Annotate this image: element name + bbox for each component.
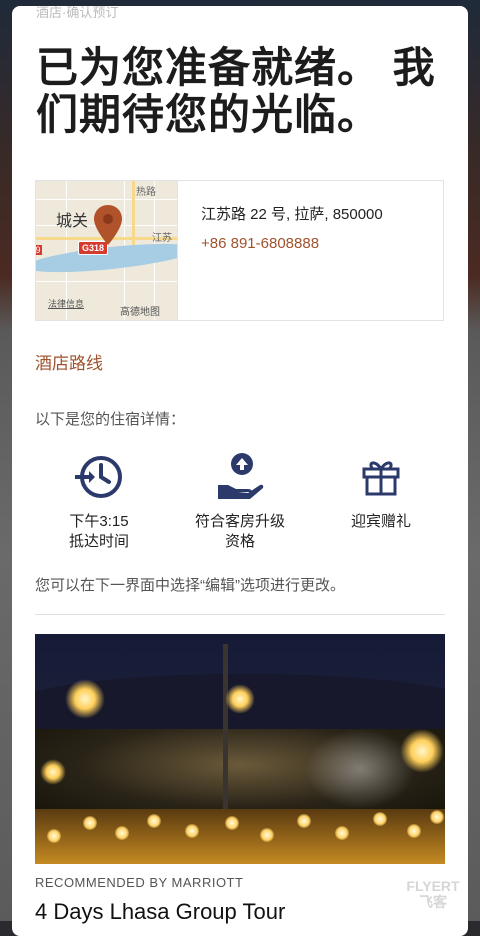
- map-street-label: 江苏: [152, 233, 172, 244]
- watermark-logo: FLYERT 飞客: [406, 878, 460, 910]
- tour-photo[interactable]: [35, 634, 445, 864]
- stay-details-intro: 以下是您的住宿详情：: [35, 411, 186, 428]
- page-headline: 已为您准备就绪。 我们期待您的光临。: [36, 44, 436, 138]
- map-provider-logo: 高德地图: [120, 307, 160, 318]
- arrival-time-label: 抵达时间: [68, 533, 129, 550]
- divider: [35, 614, 445, 615]
- gift-label: 迎宾赠礼: [350, 513, 411, 530]
- hotel-info-box: 9 G318 城关 江苏 热路 法律信息 高德地图 江苏路 22 号, 拉萨, …: [35, 180, 444, 321]
- confirmation-card: 酒店·确认预订 已为您准备就绪。 我们期待您的光临。 9 G318 城关 江苏 …: [12, 6, 468, 936]
- upgrade-label-line2: 资格: [224, 533, 255, 550]
- hotel-address: 江苏路 22 号, 拉萨, 850000: [201, 206, 383, 223]
- recommendation-title[interactable]: 4 Days Lhasa Group Tour: [35, 899, 285, 925]
- hotel-directions-link[interactable]: 酒店路线: [35, 349, 103, 374]
- scrolled-header-text: 酒店·确认预订: [36, 6, 119, 20]
- hotel-phone-link[interactable]: +86 891-6808888: [201, 235, 319, 252]
- feature-welcome-gift[interactable]: 迎宾赠礼: [306, 450, 456, 532]
- upgrade-hand-icon: [165, 450, 315, 504]
- hotel-map[interactable]: 9 G318 城关 江苏 热路 法律信息 高德地图: [36, 181, 178, 320]
- feature-arrival-time[interactable]: 下午3:15 抵达时间: [24, 450, 174, 552]
- arrival-clock-icon: [24, 450, 174, 504]
- arrival-time-value: 下午3:15: [69, 513, 129, 530]
- gift-icon: [306, 450, 456, 504]
- map-legal-link[interactable]: 法律信息: [48, 297, 84, 310]
- map-road-label: 热路: [136, 187, 156, 198]
- edit-instructions: 您可以在下一界面中选择“编辑”选项进行更改。: [35, 577, 345, 594]
- feature-room-upgrade[interactable]: 符合客房升级 资格: [165, 450, 315, 552]
- recommendation-source: RECOMMENDED BY MARRIOTT: [35, 875, 244, 890]
- upgrade-label-line1: 符合客房升级: [194, 513, 285, 530]
- map-city-label: 城关: [56, 213, 89, 230]
- map-pin-icon: [94, 205, 122, 250]
- road-badge-left: 9: [36, 245, 42, 255]
